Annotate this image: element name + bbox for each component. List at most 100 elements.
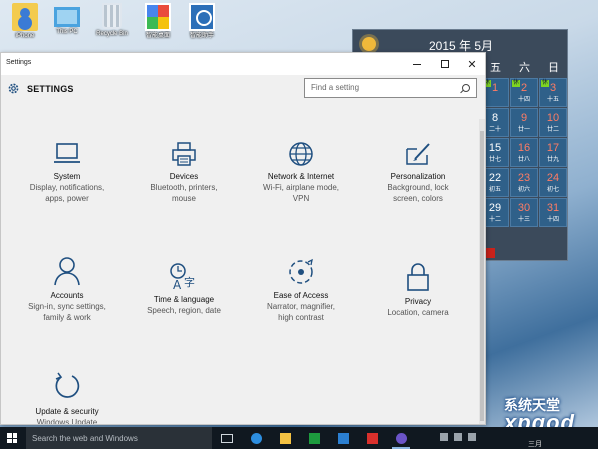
tile-update-security[interactable]: Update & security Windows Update <box>7 372 127 425</box>
tile-description: Windows Update <box>36 418 98 425</box>
globe-icon <box>289 142 313 166</box>
volume-icon[interactable] <box>468 433 476 441</box>
calendar-day-cell[interactable]: 10 廿二 <box>539 108 567 137</box>
tile-ease-of-access[interactable]: Ease of Access Narrator, magnifier, high… <box>241 258 361 323</box>
app-shortcut-icon <box>145 3 171 31</box>
settings-taskbar-button[interactable] <box>390 429 412 449</box>
windows-logo-icon <box>7 433 17 443</box>
close-icon: ✕ <box>467 58 477 71</box>
laptop-icon <box>54 143 80 163</box>
refresh-icon <box>55 372 80 398</box>
calendar-lunar-date: 廿八 <box>517 157 530 163</box>
calendar-week-row: 22 初五 23 初六 24 初七 <box>481 168 569 198</box>
calendar-week-row: 29 十二 30 十三 31 十四 <box>481 198 569 228</box>
tile-accounts[interactable]: Accounts Sign-in, sync settings, family … <box>7 256 127 323</box>
tile-description: VPN <box>292 194 310 203</box>
app-shortcut-icon <box>189 3 215 31</box>
network-icon[interactable] <box>454 433 462 441</box>
edge-button[interactable] <box>245 429 267 447</box>
desktop-icon-label: Recycle Bin <box>96 31 128 37</box>
desktop-icon-app2[interactable]: 智能助手 <box>177 3 227 40</box>
store-icon <box>308 432 320 444</box>
calendar-day-cell[interactable]: 9 廿一 <box>510 108 538 137</box>
settings-window: Settings ✕ SETTINGS Find a setting Syste… <box>0 52 486 425</box>
calendar-week-row: 15 廿七 16 廿八 17 廿九 <box>481 138 569 168</box>
minimize-button[interactable] <box>403 53 431 75</box>
calendar-lunar-date: 廿二 <box>546 127 559 133</box>
tile-description: high contrast <box>278 313 324 322</box>
lock-icon <box>407 263 429 291</box>
calendar-day-cell[interactable]: 休 2 十四 <box>510 78 538 107</box>
calendar-day-cell[interactable]: 24 初七 <box>539 168 567 197</box>
calendar-lunar-date: 十三 <box>517 217 530 223</box>
printer-icon <box>172 142 196 166</box>
tile-description: Location, camera <box>387 308 449 317</box>
calendar-day-cell[interactable]: 31 十四 <box>539 198 567 227</box>
gear-icon <box>8 83 19 94</box>
tile-title: Update & security <box>35 407 99 416</box>
calendar-day-cell[interactable]: 休 3 十五 <box>539 78 567 107</box>
calendar-day-cell[interactable]: 16 廿八 <box>510 138 538 167</box>
scrollbar-thumb[interactable] <box>480 131 484 421</box>
calendar-lunar-date: 初七 <box>546 187 559 193</box>
person-icon <box>54 257 80 286</box>
calendar-week-row: 休 1 休 2 十四休 3 十五 <box>481 78 569 108</box>
tile-description: apps, power <box>45 194 89 203</box>
maximize-button[interactable] <box>431 53 459 75</box>
calendar-day-cell[interactable]: 30 十三 <box>510 198 538 227</box>
tile-network-internet[interactable]: Network & Internet Wi-Fi, airplane mode,… <box>241 141 361 204</box>
sun-icon <box>362 37 376 51</box>
computer-icon <box>54 7 80 27</box>
tray-arrow-icon[interactable] <box>440 433 448 441</box>
settings-app-icon <box>395 432 407 444</box>
window-title: Settings <box>6 59 32 66</box>
search-placeholder: Find a setting <box>311 83 360 92</box>
store-button[interactable] <box>303 429 325 447</box>
search-input[interactable]: Find a setting <box>304 78 477 98</box>
clock[interactable]: 三月 <box>528 439 542 449</box>
task-view-button[interactable] <box>216 429 238 447</box>
tile-description: family & work <box>43 313 91 322</box>
tile-title: Accounts <box>50 291 84 300</box>
maximize-icon <box>441 60 449 68</box>
weekday-label: 日 <box>548 62 559 74</box>
tile-description: screen, colors <box>393 194 443 203</box>
file-explorer-icon <box>279 432 291 444</box>
desktop-icon-recycle-bin[interactable]: Recycle Bin <box>87 3 137 38</box>
close-button[interactable]: ✕ <box>458 53 485 75</box>
start-button[interactable] <box>0 427 24 449</box>
tile-description: Background, lock <box>387 183 449 192</box>
tile-title: Privacy <box>404 297 432 306</box>
calendar-day-number: 10 <box>546 112 560 124</box>
recycle-bin-icon <box>102 3 122 29</box>
taskbar-search-box[interactable]: Search the web and Windows <box>26 427 212 449</box>
app-red-button[interactable] <box>361 429 383 447</box>
calendar-lunar-date: 廿一 <box>517 127 530 133</box>
app-button[interactable] <box>332 429 354 447</box>
tile-devices[interactable]: Devices Bluetooth, printers, mouse <box>124 141 244 204</box>
file-explorer-button[interactable] <box>274 429 296 447</box>
tile-title: Devices <box>169 172 199 181</box>
app-icon <box>337 432 349 444</box>
weekday-label: 六 <box>519 62 530 74</box>
minimize-icon <box>413 63 421 65</box>
system-tray[interactable] <box>440 433 476 441</box>
tile-personalization[interactable]: Personalization Background, lock screen,… <box>358 141 478 204</box>
tile-privacy[interactable]: Privacy Location, camera <box>358 262 478 318</box>
calendar-grid: 五 六 日 休 1 休 2 十四休 3 十五 8 二十 9 廿一 10 廿二 15 廿七 16 廿八 17 廿九 22… <box>481 58 569 228</box>
tile-system[interactable]: System Display, notifications, apps, pow… <box>7 141 127 204</box>
tile-time-language[interactable]: A 字 Time & language Speech, region, date <box>124 262 244 316</box>
desktop-icon-this-pc[interactable]: This PC <box>42 3 92 36</box>
tile-description: Bluetooth, printers, <box>150 183 218 192</box>
calendar-day-number: 16 <box>517 142 531 154</box>
calendar-lunar-date: 十四 <box>517 97 530 103</box>
holiday-badge: 休 <box>512 80 521 87</box>
calendar-lunar-date: 初六 <box>517 187 530 193</box>
calendar-day-number: 24 <box>546 172 560 184</box>
settings-header: SETTINGS Find a setting <box>1 75 485 119</box>
calendar-day-cell[interactable]: 23 初六 <box>510 168 538 197</box>
calendar-day-cell[interactable]: 17 廿九 <box>539 138 567 167</box>
scrollbar[interactable] <box>479 119 485 424</box>
watermark: 系统天堂 xpgod <box>504 397 575 434</box>
desktop-icon-app1[interactable]: 智能桌面 <box>133 3 183 40</box>
